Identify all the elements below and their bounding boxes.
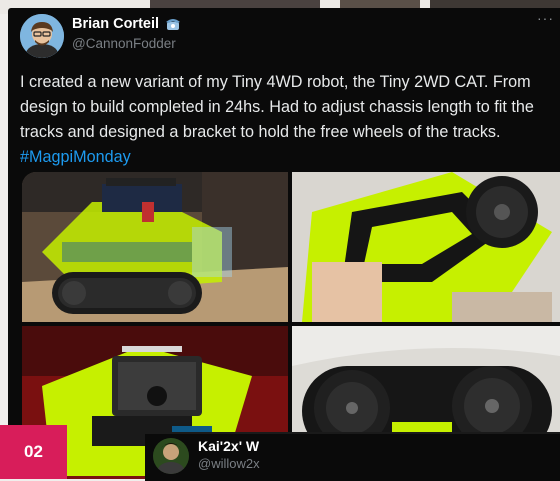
- photo-robot-build[interactable]: [22, 172, 288, 322]
- tweet-card: Brian Corteil @CannonFodder ··· I create…: [8, 8, 560, 479]
- tweet-body: I created a new variant of my Tiny 4WD r…: [20, 73, 534, 141]
- author-handle[interactable]: @CannonFodder: [72, 36, 176, 51]
- telephone-badge-icon: [165, 16, 181, 32]
- reply-tweet: Kai'2x' W @willow2x: [145, 432, 560, 481]
- reply-author-handle[interactable]: @willow2x: [198, 456, 260, 471]
- hashtag-link[interactable]: #MagpiMonday: [20, 148, 131, 166]
- reply-author-name[interactable]: Kai'2x' W: [198, 438, 259, 454]
- tweet-text: I created a new variant of my Tiny 4WD r…: [20, 70, 550, 170]
- figure-number-label: 02: [0, 425, 67, 479]
- ellipsis-icon[interactable]: ···: [537, 10, 554, 26]
- author-name[interactable]: Brian Corteil: [72, 16, 159, 32]
- photo-track-bracket[interactable]: [292, 172, 560, 322]
- reply-author-avatar[interactable]: [153, 438, 189, 474]
- author-avatar[interactable]: [20, 14, 64, 58]
